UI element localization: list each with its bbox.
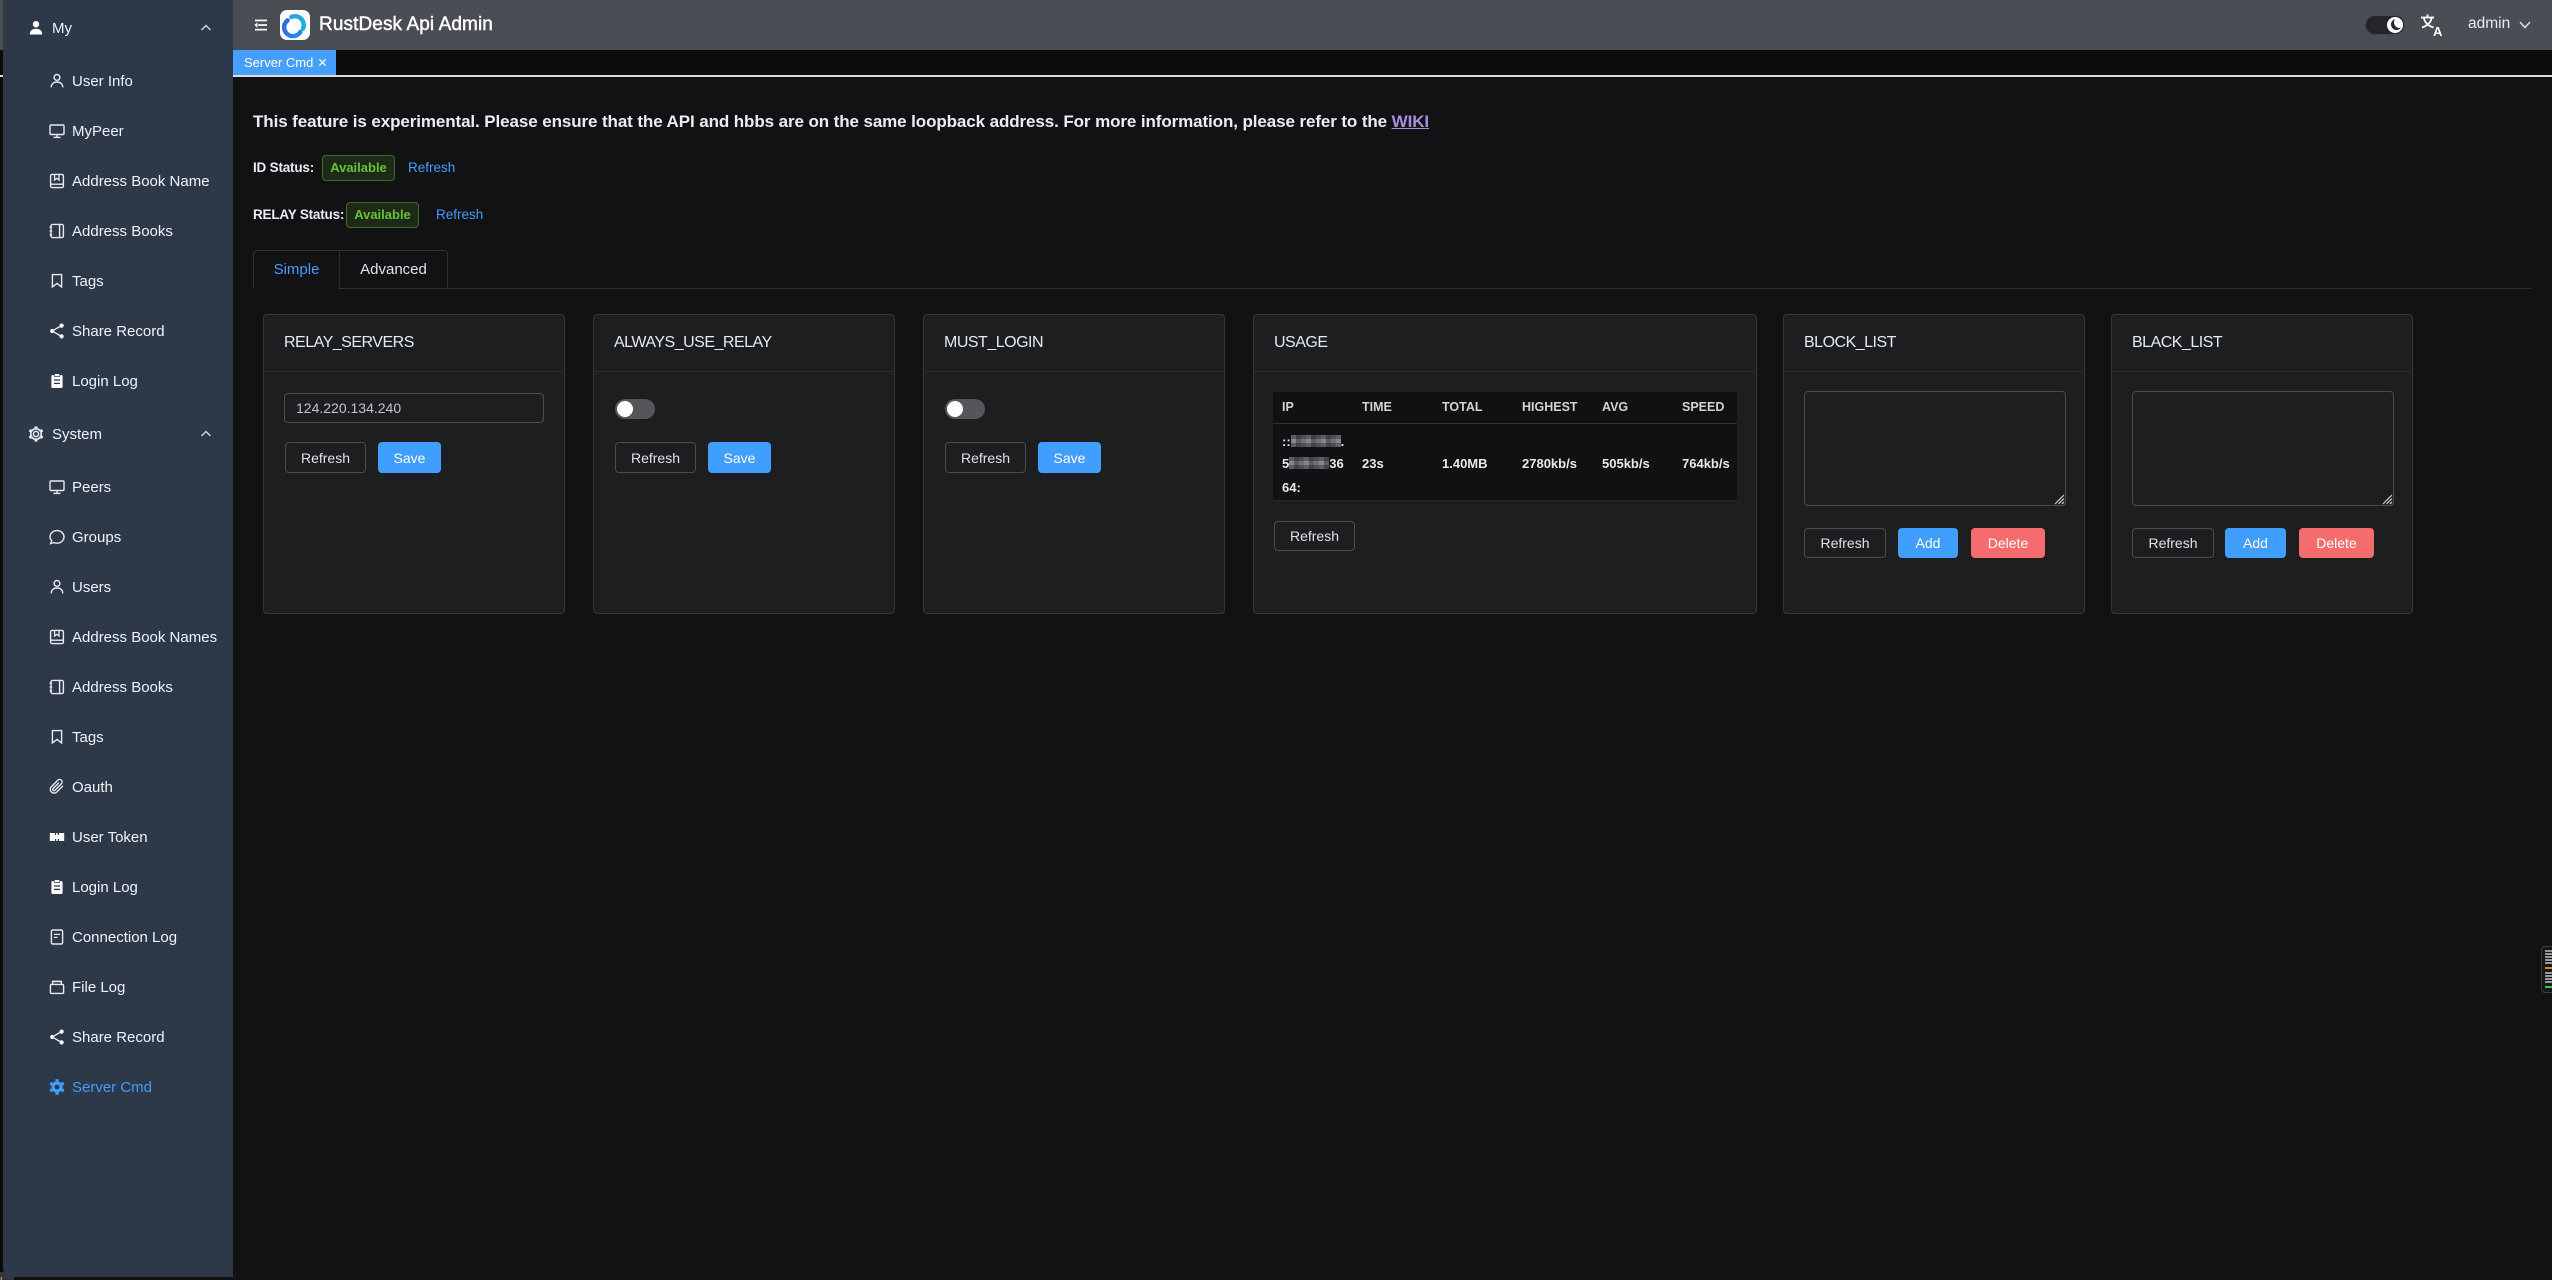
svg-text:A: A — [2433, 24, 2443, 38]
